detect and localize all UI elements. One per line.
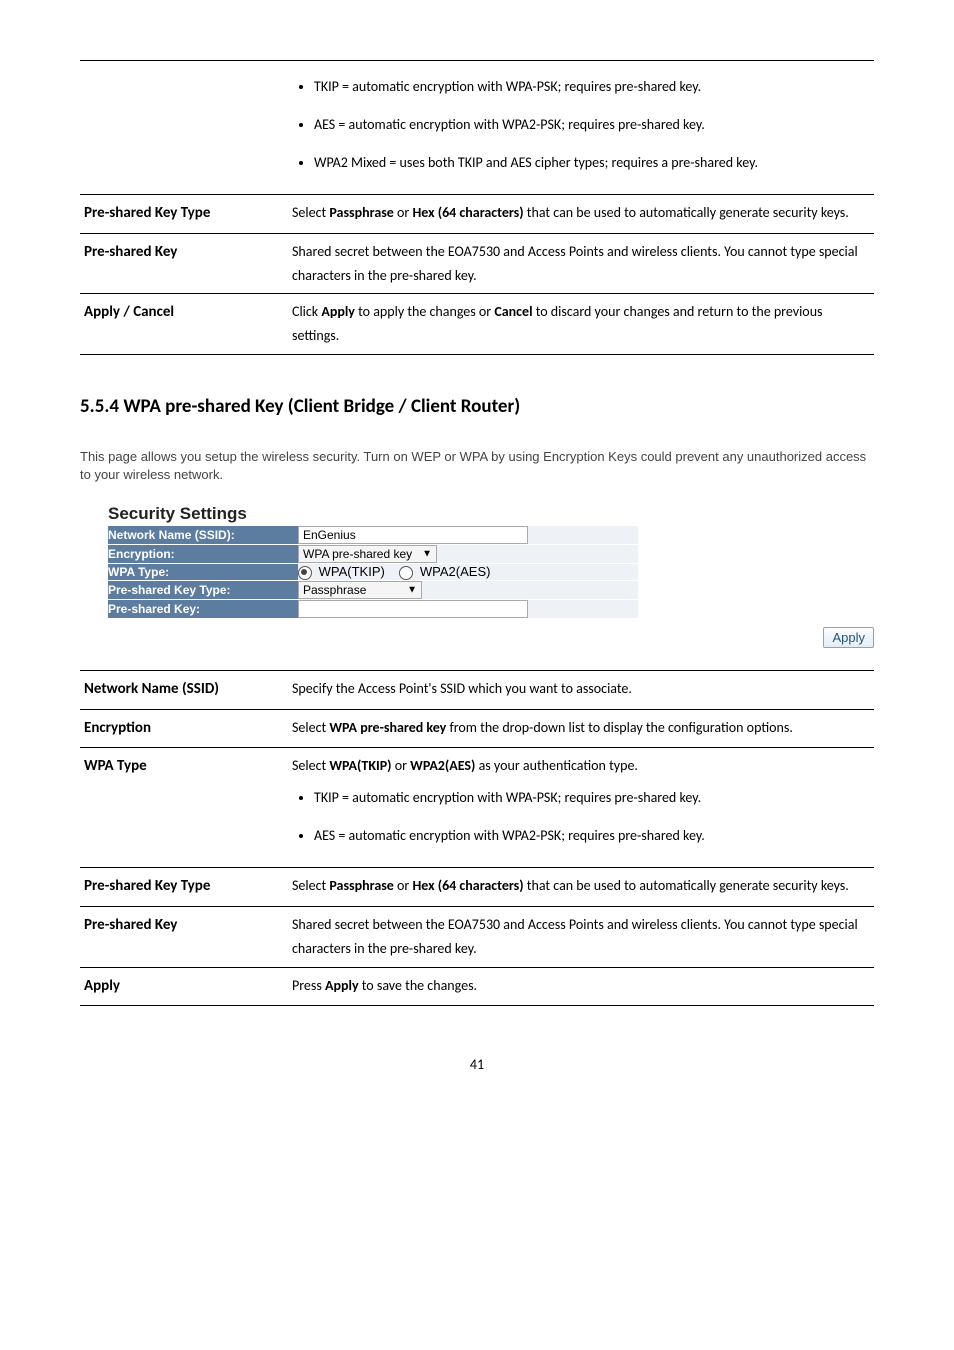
t2-psk-desc: Shared secret between the EOA7530 and Ac… <box>288 906 874 967</box>
t2-enc-label: Encryption <box>80 709 288 748</box>
security-settings-panel: Security Settings Network Name (SSID): E… <box>108 504 874 619</box>
wpa-type-field: WPA(TKIP) WPA2(AES) <box>298 564 638 581</box>
apply-button[interactable]: Apply <box>823 627 874 648</box>
row-psk-type-desc: Select Passphrase or Hex (64 characters)… <box>288 195 874 234</box>
definition-table-1: TKIP = automatic encryption with WPA-PSK… <box>80 60 874 355</box>
encryption-label: Encryption: <box>108 545 298 564</box>
psk-label: Pre-shared Key: <box>108 600 298 619</box>
bullet-tkip: TKIP = automatic encryption with WPA-PSK… <box>314 75 870 99</box>
wpa2-aes-radio[interactable] <box>399 566 413 580</box>
ssid-input[interactable] <box>298 526 528 544</box>
page-number: 41 <box>80 1056 874 1073</box>
definition-table-2: Network Name (SSID) Specify the Access P… <box>80 670 874 1006</box>
t2-wpatype-label: WPA Type <box>80 748 288 868</box>
encryption-select[interactable]: WPA pre-shared key▼ <box>298 545 437 563</box>
wpa-tkip-label: WPA(TKIP) <box>319 564 385 579</box>
row-psk-label: Pre-shared Key <box>80 233 288 294</box>
wpa-type-label: WPA Type: <box>108 564 298 581</box>
wpa-tkip-radio[interactable] <box>298 566 312 580</box>
psk-type-label: Pre-shared Key Type: <box>108 581 298 600</box>
ssid-label: Network Name (SSID): <box>108 526 298 545</box>
chevron-down-icon: ▼ <box>422 549 432 560</box>
cipher-bullets: TKIP = automatic encryption with WPA-PSK… <box>292 75 870 174</box>
t2-pskt-label: Pre-shared Key Type <box>80 868 288 907</box>
section-heading: 5.5.4 WPA pre-shared Key (Client Bridge … <box>80 395 874 418</box>
t2-apply-desc: Press Apply to save the changes. <box>288 967 874 1006</box>
psk-input[interactable] <box>298 600 528 618</box>
wpa2-aes-label: WPA2(AES) <box>420 564 491 579</box>
bullet-mixed: WPA2 Mixed = uses both TKIP and AES ciph… <box>314 151 870 175</box>
bullet-aes: AES = automatic encryption with WPA2-PSK… <box>314 113 870 137</box>
row-psk-desc: Shared secret between the EOA7530 and Ac… <box>288 233 874 294</box>
row-apply-cancel-desc: Click Apply to apply the changes or Canc… <box>288 294 874 355</box>
t2-bullet-tkip: TKIP = automatic encryption with WPA-PSK… <box>314 786 870 810</box>
t2-pskt-desc: Select Passphrase or Hex (64 characters)… <box>288 868 874 907</box>
chevron-down-icon: ▼ <box>407 585 417 596</box>
t2-wpatype-desc: Select WPA(TKIP) or WPA2(AES) as your au… <box>288 748 874 868</box>
intro-paragraph: This page allows you setup the wireless … <box>80 448 874 484</box>
t2-ssid-desc: Specify the Access Point's SSID which yo… <box>288 671 874 710</box>
t2-psk-label: Pre-shared Key <box>80 906 288 967</box>
t2-apply-label: Apply <box>80 967 288 1006</box>
psk-type-select[interactable]: Passphrase▼ <box>298 581 422 599</box>
row-apply-cancel-label: Apply / Cancel <box>80 294 288 355</box>
t2-enc-desc: Select WPA pre-shared key from the drop-… <box>288 709 874 748</box>
t2-ssid-label: Network Name (SSID) <box>80 671 288 710</box>
row-psk-type-label: Pre-shared Key Type <box>80 195 288 234</box>
security-settings-title: Security Settings <box>108 504 874 524</box>
t2-bullet-aes: AES = automatic encryption with WPA2-PSK… <box>314 824 870 848</box>
